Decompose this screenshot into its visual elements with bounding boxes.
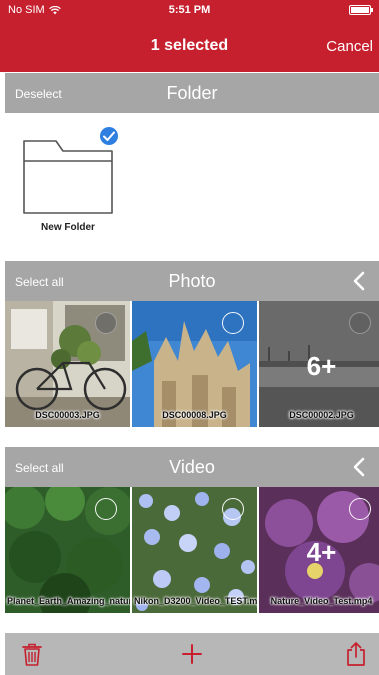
- more-count-badge: 6+: [306, 351, 337, 381]
- add-icon[interactable]: [179, 641, 205, 667]
- selection-count-title: 1 selected: [150, 37, 229, 54]
- more-count-badge: 4+: [306, 537, 337, 567]
- photo-more-thumbnail[interactable]: 6+ DSC00002.JPG: [259, 301, 379, 427]
- video-filename: Planet_Earth_Amazing_nature_scenery.mp4: [7, 596, 130, 606]
- battery-icon: [349, 5, 373, 15]
- photo-thumbnail[interactable]: DSC00003.JPG: [5, 301, 130, 427]
- select-circle-icon[interactable]: [349, 498, 371, 520]
- folder-section-title: Folder: [166, 83, 218, 103]
- chevron-left-icon[interactable]: [351, 271, 367, 291]
- select-circle-icon[interactable]: [95, 498, 117, 520]
- select-circle-icon[interactable]: [349, 312, 371, 334]
- photo-filename: DSC00003.JPG: [35, 410, 100, 420]
- chevron-left-icon[interactable]: [351, 457, 367, 477]
- share-icon[interactable]: [343, 641, 369, 667]
- video-section-header: Select all Video: [5, 447, 379, 487]
- select-circle-icon[interactable]: [222, 312, 244, 334]
- video-filename: Nature_Video_Test.mp4: [270, 596, 373, 606]
- photo-filename: DSC00008.JPG: [162, 410, 227, 420]
- photo-thumbnail[interactable]: DSC00008.JPG: [132, 301, 257, 427]
- photo-filename: DSC00002.JPG: [289, 410, 354, 420]
- video-filename: Nikon_D3200_Video_TEST.mp4: [134, 596, 257, 606]
- video-more-thumbnail[interactable]: 4+ Nature_Video_Test.mp4: [259, 487, 379, 613]
- photo-section-header: Select all Photo: [5, 261, 379, 301]
- video-section-title: Video: [169, 457, 215, 477]
- video-grid: Planet_Earth_Amazing_nature_scenery.mp4 …: [5, 487, 379, 613]
- photo-grid: DSC00003.JPG DSC00008.JPG 6+ DSC00002.JP…: [5, 301, 379, 427]
- folder-list: New Folder: [0, 113, 379, 261]
- select-circle-icon[interactable]: [95, 312, 117, 334]
- status-bar: No SIM 5:51 PM: [0, 0, 379, 20]
- selected-check-icon: [98, 125, 120, 147]
- select-circle-icon[interactable]: [222, 498, 244, 520]
- folder-name-label: New Folder: [41, 222, 95, 233]
- cancel-button[interactable]: Cancel: [326, 38, 373, 55]
- video-thumbnail[interactable]: Nikon_D3200_Video_TEST.mp4: [132, 487, 257, 613]
- bottom-toolbar: [5, 633, 379, 675]
- navigation-bar: 1 selected Cancel: [0, 20, 379, 72]
- trash-icon[interactable]: [19, 641, 45, 667]
- photo-section-title: Photo: [168, 271, 216, 291]
- folder-item-new-folder[interactable]: [20, 125, 120, 223]
- video-thumbnail[interactable]: Planet_Earth_Amazing_nature_scenery.mp4: [5, 487, 130, 613]
- status-time: 5:51 PM: [168, 4, 211, 16]
- folder-section-header: Deselect Folder: [5, 73, 379, 113]
